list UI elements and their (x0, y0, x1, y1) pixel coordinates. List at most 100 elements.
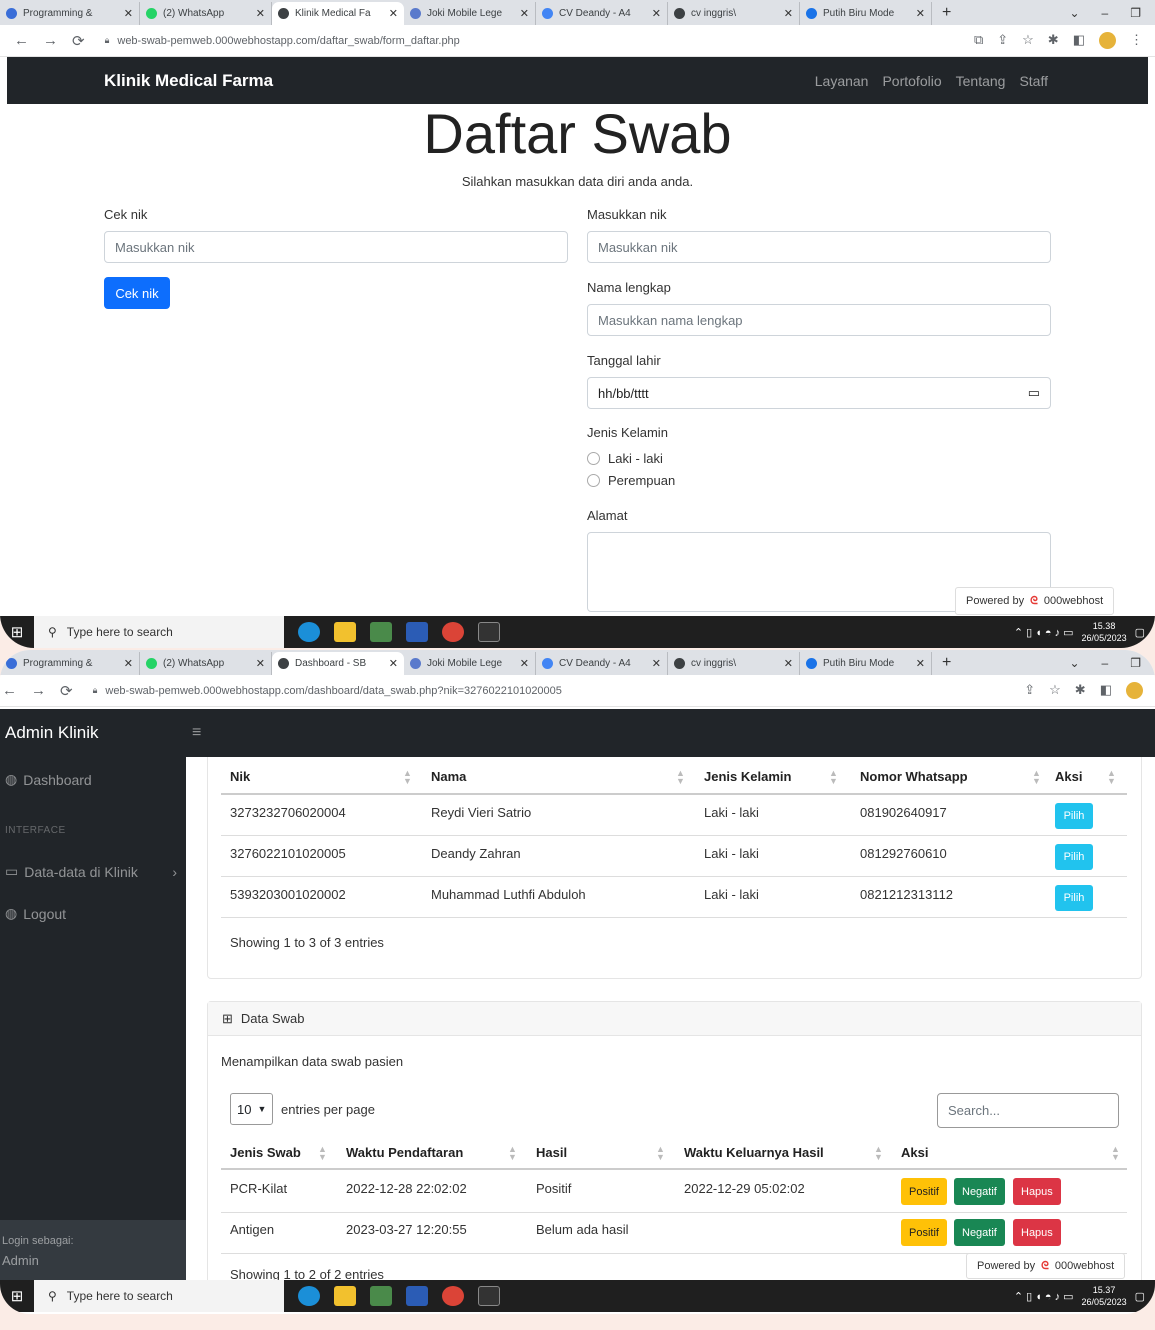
close-icon[interactable]: ✕ (256, 657, 265, 670)
browser-tab[interactable]: (2) WhatsApp ✕ (140, 2, 272, 25)
browser-tab[interactable]: Klinik Medical Fa ✕ (272, 2, 404, 25)
terminal-icon[interactable] (478, 1286, 500, 1306)
browser-tab[interactable]: Programming & ✕ (0, 2, 140, 25)
nav-portofolio[interactable]: Portofolio (882, 73, 941, 89)
share-icon[interactable]: ⇪ (1024, 682, 1035, 699)
url-field[interactable]: 🔒︎ web-swab-pemweb.000webhostapp.com/dash… (93, 685, 562, 697)
forward-icon[interactable]: → (31, 682, 46, 700)
browser-tab[interactable]: Dashboard - SB ✕ (272, 652, 404, 675)
browser-tab[interactable]: cv inggris\ ✕ (668, 2, 800, 25)
browser-tab[interactable]: Joki Mobile Lege ✕ (404, 2, 536, 25)
tray-icons[interactable]: ⌃ ▯ ◖ ◓ ♪ ▭ (1014, 626, 1074, 639)
notification-icon[interactable]: ▢ (1135, 1290, 1145, 1303)
new-tab-icon[interactable]: + (932, 654, 961, 672)
word-icon[interactable] (406, 622, 428, 642)
nav-staff[interactable]: Staff (1019, 73, 1048, 89)
powered-by-badge[interactable]: Powered by ᘓ 000webhost (955, 587, 1115, 615)
navbar-brand[interactable]: Klinik Medical Farma (104, 71, 273, 91)
positif-button[interactable]: Positif (901, 1178, 947, 1205)
sort-icon[interactable]: ▲ ▼ (1111, 1145, 1120, 1162)
restore-icon[interactable]: ❐ (1130, 656, 1141, 670)
browser-tab[interactable]: Putih Biru Mode ✕ (800, 2, 932, 25)
close-icon[interactable]: ✕ (652, 657, 661, 670)
close-icon[interactable]: ✕ (916, 657, 925, 670)
sort-icon[interactable]: ▲ ▼ (508, 1145, 517, 1162)
table-header-1[interactable]: Waktu Pendaftaran (346, 1145, 463, 1160)
edge-icon[interactable] (298, 622, 320, 642)
star-icon[interactable]: ☆ (1022, 32, 1034, 49)
browser-tab[interactable]: Programming & ✕ (0, 652, 140, 675)
sort-icon[interactable]: ▲ ▼ (676, 769, 685, 786)
chevron-down-icon[interactable]: ⌄ (1069, 656, 1079, 670)
share-icon[interactable]: ⇪ (997, 32, 1008, 49)
cek-nik-input[interactable]: Masukkan nik (104, 231, 568, 263)
entries-select[interactable]: 10 ▼ (230, 1093, 274, 1125)
nav-tentang[interactable]: Tentang (956, 73, 1006, 89)
chrome-profile-icon[interactable] (442, 1286, 464, 1306)
minimize-icon[interactable]: – (1102, 6, 1109, 20)
sort-icon[interactable]: ▲ ▼ (318, 1145, 327, 1162)
close-icon[interactable]: ✕ (520, 7, 529, 20)
forward-icon[interactable]: → (43, 32, 58, 50)
chrome-icon[interactable] (370, 622, 392, 642)
pilih-button[interactable]: Pilih (1055, 885, 1093, 911)
windows-start-icon[interactable]: ⊞ (0, 1287, 34, 1305)
restore-icon[interactable]: ❐ (1130, 6, 1141, 20)
back-icon[interactable]: ← (14, 32, 29, 50)
taskbar-search[interactable]: ⚲ Type here to search (34, 616, 284, 648)
sidepanel-icon[interactable]: ◧ (1100, 682, 1112, 699)
table-header-1[interactable]: Nama (431, 769, 466, 784)
sidebar-item-dashboard[interactable]: ◍ Dashboard (5, 771, 92, 788)
close-icon[interactable]: ✕ (520, 657, 529, 670)
menu-icon[interactable]: ⋮ (1130, 32, 1143, 49)
tanggal-input[interactable]: hh/bb/tttt ▭ (587, 377, 1051, 409)
url-field[interactable]: 🔒︎ web-swab-pemweb.000webhostapp.com/daft… (105, 35, 460, 47)
chrome-profile-icon[interactable] (442, 622, 464, 642)
explorer-icon[interactable] (334, 622, 356, 642)
hapus-button[interactable]: Hapus (1013, 1219, 1061, 1246)
sort-icon[interactable]: ▲ ▼ (656, 1145, 665, 1162)
back-icon[interactable]: ← (2, 682, 17, 700)
sort-icon[interactable]: ▲ ▼ (1107, 769, 1116, 786)
close-icon[interactable]: ✕ (389, 7, 398, 20)
table-header-4[interactable]: Aksi (901, 1145, 928, 1160)
explorer-icon[interactable] (334, 1286, 356, 1306)
close-icon[interactable]: ✕ (124, 7, 133, 20)
sort-icon[interactable]: ▲ ▼ (1032, 769, 1041, 786)
sidebar-item-logout[interactable]: ◍ Logout (5, 905, 66, 922)
tray-icons[interactable]: ⌃ ▯ ◖ ◓ ♪ ▭ (1014, 1290, 1074, 1303)
terminal-icon[interactable] (478, 622, 500, 642)
table-search-input[interactable]: Search... (937, 1093, 1119, 1128)
hapus-button[interactable]: Hapus (1013, 1178, 1061, 1205)
positif-button[interactable]: Positif (901, 1219, 947, 1246)
table-header-0[interactable]: Nik (230, 769, 250, 784)
avatar[interactable] (1126, 682, 1143, 699)
chrome-icon[interactable] (370, 1286, 392, 1306)
edge-icon[interactable] (298, 1286, 320, 1306)
powered-by-badge[interactable]: Powered by ᘓ 000webhost (966, 1253, 1126, 1279)
nik-input[interactable]: Masukkan nik (587, 231, 1051, 263)
word-icon[interactable] (406, 1286, 428, 1306)
radio-laki[interactable]: Laki - laki (587, 451, 663, 466)
browser-tab[interactable]: Joki Mobile Lege ✕ (404, 652, 536, 675)
close-icon[interactable]: ✕ (784, 657, 793, 670)
close-icon[interactable]: ✕ (916, 7, 925, 20)
browser-tab[interactable]: Putih Biru Mode ✕ (800, 652, 932, 675)
browser-tab[interactable]: CV Deandy - A4 ✕ (536, 652, 668, 675)
new-tab-icon[interactable]: + (932, 4, 961, 22)
cek-nik-button[interactable]: Cek nik (104, 277, 170, 309)
chevron-down-icon[interactable]: ⌄ (1069, 6, 1079, 20)
avatar[interactable] (1099, 32, 1116, 49)
minimize-icon[interactable]: – (1102, 656, 1109, 670)
extensions-icon[interactable]: ✱ (1075, 682, 1086, 699)
browser-tab[interactable]: cv inggris\ ✕ (668, 652, 800, 675)
close-icon[interactable]: ✕ (124, 657, 133, 670)
admin-brand[interactable]: Admin Klinik (0, 723, 186, 743)
close-icon[interactable]: ✕ (784, 7, 793, 20)
nama-input[interactable]: Masukkan nama lengkap (587, 304, 1051, 336)
sort-icon[interactable]: ▲ ▼ (829, 769, 838, 786)
close-icon[interactable]: ✕ (256, 7, 265, 20)
table-header-3[interactable]: Nomor Whatsapp (860, 769, 968, 784)
sort-icon[interactable]: ▲ ▼ (403, 769, 412, 786)
star-icon[interactable]: ☆ (1049, 682, 1061, 699)
